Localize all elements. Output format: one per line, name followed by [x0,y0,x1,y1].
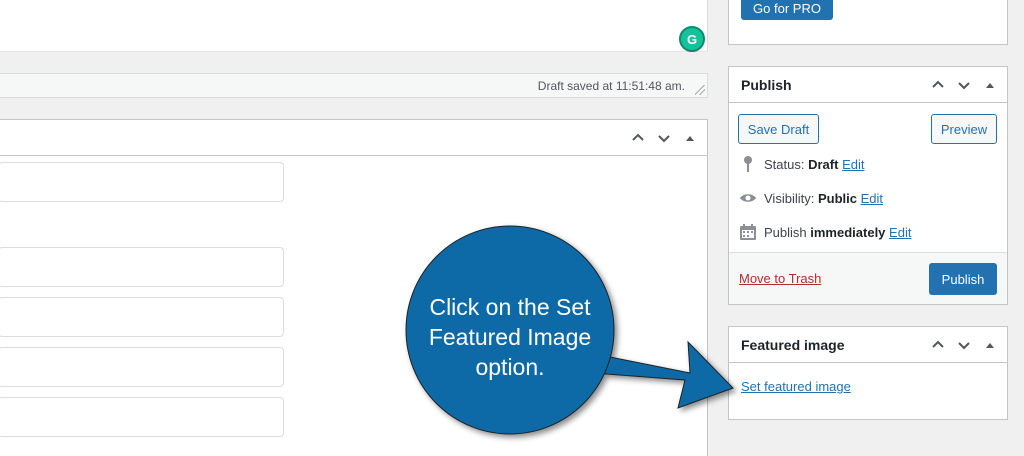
grammarly-icon[interactable]: G [679,26,705,52]
text-field-2[interactable] [0,247,284,287]
status-row: Status: Draft Edit [739,155,864,173]
status-edit-link[interactable]: Edit [842,157,864,172]
chevron-down-icon[interactable] [955,336,973,354]
pin-icon [744,156,752,172]
set-featured-image-link[interactable]: Set featured image [741,379,851,394]
triangle-up-icon[interactable] [981,76,999,94]
preview-button[interactable]: Preview [931,114,997,144]
chevron-up-icon[interactable] [929,336,947,354]
chevron-down-icon[interactable] [955,76,973,94]
visibility-row: Visibility: Public Edit [739,189,883,207]
publish-button[interactable]: Publish [929,263,997,295]
go-pro-button[interactable]: Go for PRO [741,0,833,20]
editor-status-bar: Draft saved at 11:51:48 am. [0,73,708,98]
callout-line-3: option. [475,354,545,380]
featured-image-box-header: Featured image [729,327,1007,363]
pro-promo-box: Go for PRO [728,0,1008,45]
text-field-4[interactable] [0,347,284,387]
save-draft-button[interactable]: Save Draft [738,114,819,144]
text-field-1[interactable] [0,162,284,202]
callout-text: Click on the Set Featured Image option. [405,292,615,382]
featured-image-box: Featured image Set featured image [728,326,1008,420]
schedule-edit-link[interactable]: Edit [889,225,911,240]
resize-handle-icon[interactable] [695,85,705,95]
custom-fields-box-header [0,120,707,156]
text-field-5[interactable] [0,397,284,437]
schedule-label: Publish [764,224,807,240]
editor-content-area[interactable]: G [0,0,708,52]
callout-line-2: Featured Image [428,324,592,350]
move-to-trash-link[interactable]: Move to Trash [739,271,821,286]
triangle-up-icon[interactable] [981,336,999,354]
status-value: Draft [808,156,839,172]
callout-line-1: Click on the Set [429,294,591,320]
chevron-down-icon[interactable] [655,129,673,147]
publish-box-header: Publish [729,67,1007,103]
featured-image-title: Featured image [741,337,845,353]
calendar-icon [740,224,756,240]
grammarly-letter: G [686,31,698,47]
triangle-up-icon[interactable] [681,129,699,147]
publish-box: Publish Save Draft Preview Status: Draft… [728,66,1008,305]
visibility-value: Public [817,190,857,206]
publish-box-title: Publish [741,77,792,93]
chevron-up-icon[interactable] [629,129,647,147]
eye-icon [740,194,756,202]
publish-actions: Move to Trash Publish [729,252,1007,304]
chevron-up-icon[interactable] [929,76,947,94]
schedule-row: Publish immediately Edit [739,223,911,241]
visibility-label: Visibility: [764,190,815,206]
status-label: Status: [764,156,805,172]
visibility-edit-link[interactable]: Edit [861,191,883,206]
text-field-3[interactable] [0,297,284,337]
draft-saved-text: Draft saved at 11:51:48 am. [537,79,685,93]
schedule-value: immediately [810,224,886,240]
